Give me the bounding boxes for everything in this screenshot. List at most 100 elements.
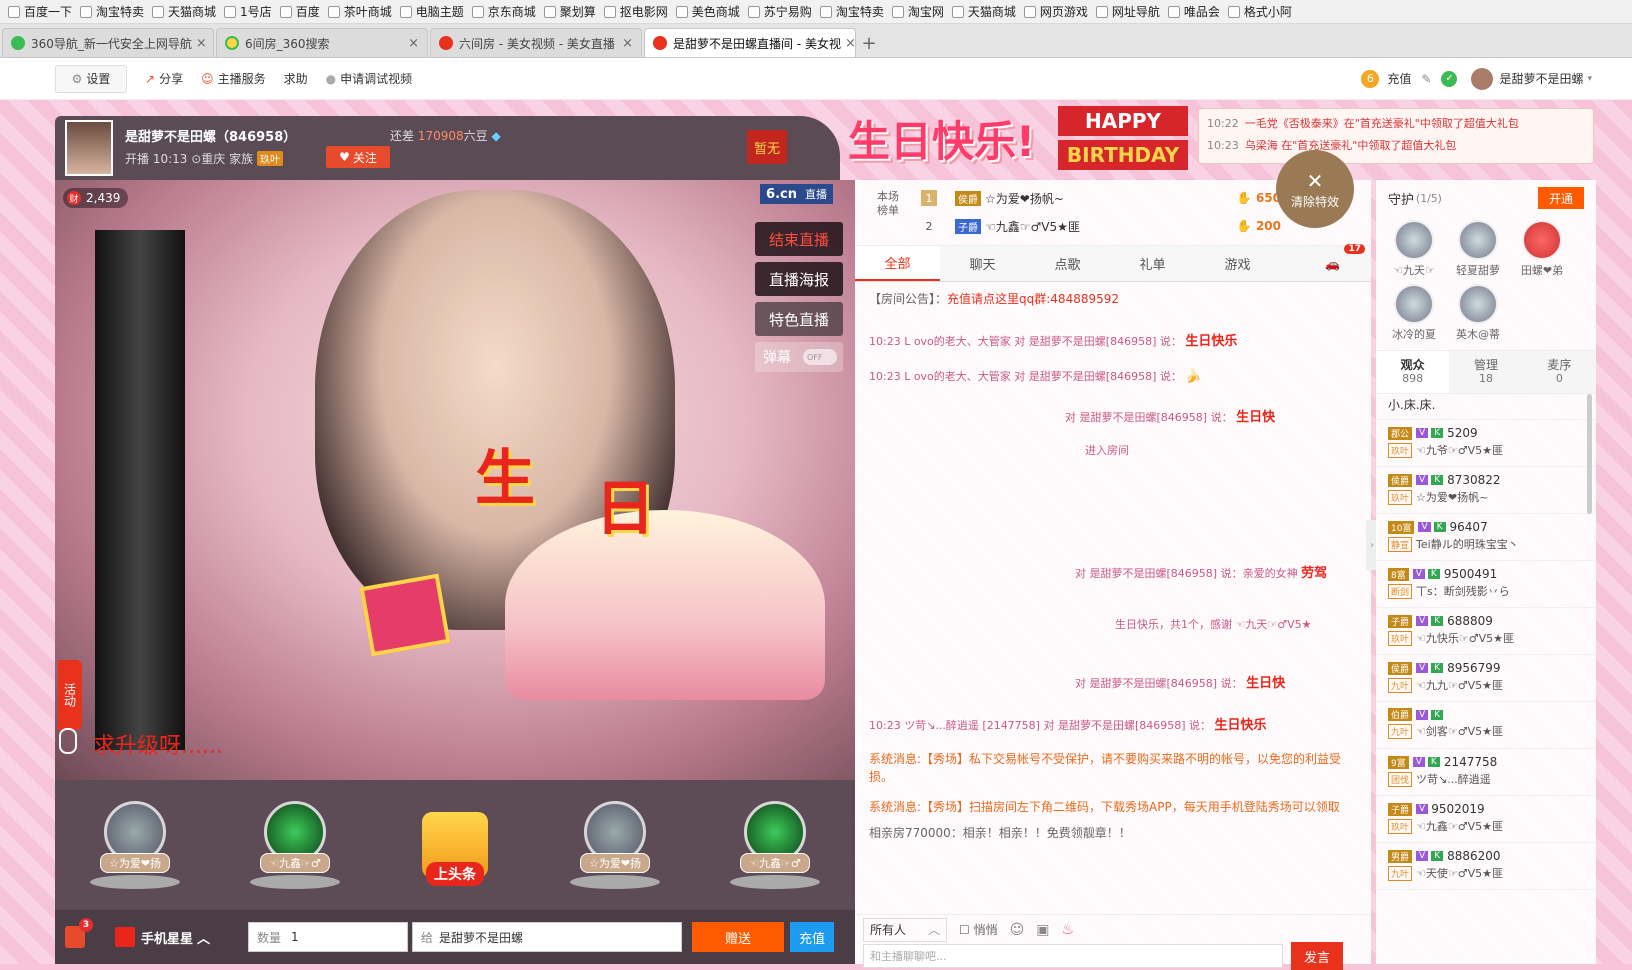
follow-button[interactable]: ♥ 关注 (326, 146, 390, 168)
car-icon[interactable]: 🚗 17 (1325, 244, 1365, 281)
bookmark-item[interactable]: 京东商城 (471, 3, 536, 20)
bookmark-item[interactable]: 网址导航 (1095, 3, 1160, 20)
live-video[interactable]: 生 日 财 2,439 6.cn 直播 结束直播 直播海报 特色直播 弹幕 OFF 活… (55, 180, 855, 780)
username-link[interactable]: 是甜萝不是田螺 (1499, 70, 1583, 87)
bookmark-item[interactable]: 淘宝网 (891, 3, 944, 20)
live-poster-button[interactable]: 直播海报 (755, 262, 843, 296)
bookmark-item[interactable]: 淘宝特卖 (80, 3, 144, 20)
bookmark-item[interactable]: 格式小阿 (1227, 3, 1292, 20)
tab-mic-queue[interactable]: 麦序 0 (1523, 351, 1596, 393)
close-icon[interactable]: × (618, 36, 633, 51)
system-message[interactable]: 相亲房770000：相亲！相亲！！免费领靓章！！ (869, 824, 1349, 842)
headline-button[interactable]: 上头条 (407, 812, 503, 886)
bookmark-item[interactable]: 网页游戏 (1023, 3, 1088, 20)
audience-row[interactable]: 侯爵 V K 8730822 玖叶 ☆为爱❤扬帆~ (1376, 467, 1596, 514)
chevron-down-icon[interactable]: ▾ (1587, 74, 1592, 84)
bookmark-item[interactable]: 百度一下 (8, 3, 72, 20)
audience-row[interactable]: 男爵 V K 8886200 九叶 ☜天使☞♂V5★匪 (1376, 843, 1596, 890)
tab-all[interactable]: 全部 (855, 246, 940, 281)
rank-item[interactable]: ☆为爱❤扬 (87, 801, 183, 889)
mobile-star-selector[interactable]: 手机星星 ︿ (115, 920, 210, 954)
share-link[interactable]: ↗ 分享 (145, 70, 183, 87)
audience-row[interactable]: 8富 V K 9500491 断剑 丅s：断剑残影丷ら (1376, 561, 1596, 608)
tab-chat[interactable]: 聊天 (940, 246, 1025, 281)
browser-tab-6cn[interactable]: 六间房 - 美女视频 - 美女直播 × (430, 28, 642, 57)
quantity-input[interactable]: 数量 1 (248, 922, 409, 952)
charge-button[interactable]: 充值 (790, 922, 835, 952)
audience-row[interactable]: 郡公 V K 5209 玖叶 ☜九爷☞♂V5★匪 (1376, 420, 1596, 467)
close-icon[interactable]: × (841, 36, 855, 51)
open-guard-button[interactable]: 开通 (1538, 187, 1584, 209)
audience-row[interactable]: 10富 V K 96407 静宣 Tei静ル的明珠宝宝丶 (1376, 514, 1596, 561)
bookmark-item[interactable]: 天猫商城 (951, 3, 1016, 20)
scrollbar[interactable] (1587, 394, 1592, 514)
bookmark-item[interactable]: 美色商城 (675, 3, 740, 20)
mic-icon[interactable] (59, 728, 77, 754)
end-live-button[interactable]: 结束直播 (755, 222, 843, 256)
special-live-button[interactable]: 特色直播 (755, 302, 843, 336)
rank-item[interactable]: ☜九鑫☞♂ (247, 801, 343, 889)
bookmark-item[interactable]: 苏宁易购 (747, 3, 812, 20)
send-gift-button[interactable]: 赠送 (692, 922, 785, 952)
danmu-toggle[interactable]: 弹幕 OFF (755, 342, 843, 372)
recharge-link[interactable]: 充值 (1387, 70, 1411, 87)
anchor-avatar[interactable] (65, 120, 113, 176)
guard-member[interactable]: 轻夏甜萝 (1446, 220, 1510, 278)
audience-row[interactable]: 子爵 V K 688809 玖叶 ☜九快乐☞♂V5★匪 (1376, 608, 1596, 655)
guard-member[interactable]: 英木@蒂 (1446, 284, 1510, 342)
bookmark-item[interactable]: 茶叶商城 (327, 3, 392, 20)
guard-member[interactable]: ☜九天☞ (1382, 220, 1446, 278)
close-icon[interactable]: × (404, 36, 419, 51)
chat-input[interactable]: 和主播聊聊吧... (863, 944, 1283, 968)
browser-tab-search[interactable]: 6间房_360搜索 × (216, 28, 428, 57)
bookmark-item[interactable]: 百度 (279, 3, 320, 20)
bookmark-item[interactable]: 电脑主题 (399, 3, 464, 20)
tab-admins[interactable]: 管理 18 (1449, 351, 1522, 393)
edit-icon[interactable]: ✎ (1421, 72, 1431, 86)
leaderboard-label[interactable]: 本场榜单 (873, 190, 903, 218)
host-service-link[interactable]: ☺ 主播服务 (201, 70, 266, 87)
audience-name[interactable]: 小.床.床. (1376, 394, 1596, 420)
danmu-switch[interactable]: OFF (803, 349, 837, 365)
whisper-checkbox[interactable]: ☐ 悄悄 (959, 921, 998, 938)
chat-target-select[interactable]: 所有人 ︿ (863, 917, 947, 942)
browser-tab-360[interactable]: 360导航_新一代安全上网导航 × (2, 28, 214, 57)
close-icon[interactable]: × (192, 36, 207, 51)
browser-tab-live-room[interactable]: 是甜萝不是田螺直播间 - 美女视 × (644, 28, 856, 57)
user-avatar[interactable] (1471, 67, 1494, 90)
audience-row[interactable]: 侯爵 V K 8956799 九叶 ☜九九☞♂V5★匪 (1376, 655, 1596, 702)
bookmark-item[interactable]: 淘宝特卖 (819, 3, 884, 20)
bookmark-item[interactable]: 天猫商城 (152, 3, 216, 20)
notice-text[interactable]: 乌梁海 在"首充送豪礼"中领取了超值大礼包 (1245, 139, 1457, 152)
rank-item[interactable]: ☆为爱❤扬 (567, 801, 663, 889)
cake-icon[interactable]: ♨ (1061, 922, 1074, 938)
audience-row[interactable]: 子爵 V 9502019 玖叶 ☜九鑫☞♂V5★匪 (1376, 796, 1596, 843)
tab-gifts[interactable]: 礼单 (1110, 246, 1195, 281)
tab-games[interactable]: 游戏 (1195, 246, 1280, 281)
emoji-icon[interactable]: ☺ (1010, 922, 1025, 938)
tab-song[interactable]: 点歌 (1025, 246, 1110, 281)
audience-row[interactable]: 9富 V K 2147758 团伐 ツ苛↘...醉逍遥 (1376, 749, 1596, 796)
guard-member[interactable]: 田螺❤弟 (1510, 220, 1574, 278)
activity-tab[interactable]: 活动 (58, 660, 82, 730)
new-tab-button[interactable]: + (856, 29, 882, 57)
bookmark-item[interactable]: 抠电影网 (603, 3, 668, 20)
apply-video-link[interactable]: ● 申请调试视频 (326, 70, 413, 87)
recipient-input[interactable]: 给是甜萝不是田螺 (412, 922, 683, 952)
bookmark-item[interactable]: 唯品会 (1167, 3, 1220, 20)
rank-item[interactable]: ☜九鑫☞♂ (727, 801, 823, 889)
wealth-icon[interactable]: 3 (65, 918, 93, 948)
post-button[interactable]: 发言 (1291, 942, 1343, 970)
audience-row[interactable]: 伯爵 V K 九叶 ☜剑客☞♂V5★匪 (1376, 702, 1596, 749)
notice-text[interactable]: 一毛党《否极泰来》在"首充送豪礼"中领取了超值大礼包 (1245, 117, 1519, 130)
bookmark-item[interactable]: 聚划算 (543, 3, 596, 20)
family-badge[interactable]: 玖叶 (256, 151, 283, 166)
help-link[interactable]: 求助 (284, 70, 308, 87)
bookmark-item[interactable]: 1号店 (224, 3, 272, 20)
leaderboard-row[interactable]: 2 子爵 ☜九鑫☞♂V5★匪 ✋ 200 (921, 214, 1341, 238)
announcement-text[interactable]: 充值请点这里qq群:484889592 (947, 292, 1119, 306)
tab-audience[interactable]: 观众 898 (1376, 351, 1450, 393)
guard-member[interactable]: 冰冷的夏 (1382, 284, 1446, 342)
image-icon[interactable]: ▣ (1036, 922, 1049, 938)
clear-effects-button[interactable]: ✕ 清除特效 (1276, 150, 1354, 228)
